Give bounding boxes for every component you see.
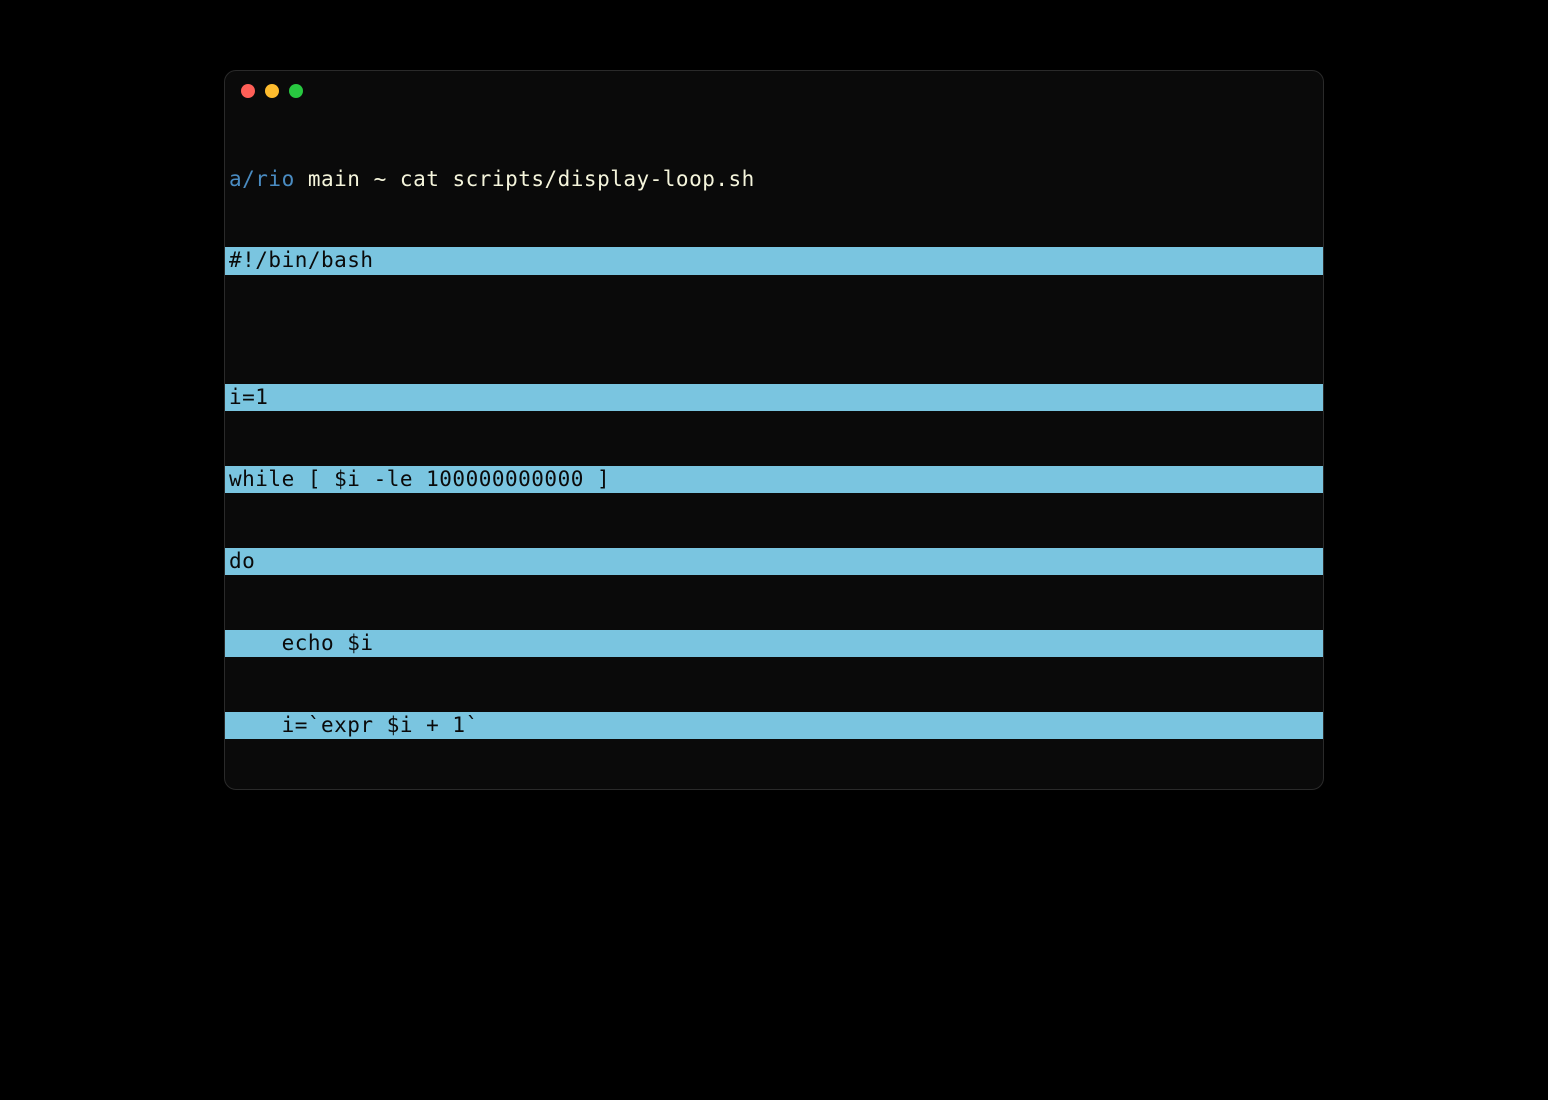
prompt-path: a/rio [229,167,295,191]
selection-line[interactable]: while [ $i -le 100000000000 ] [225,466,1323,493]
prompt-branch: main [308,167,361,191]
selection-line[interactable]: i=1 [225,384,1323,411]
prompt-command: cat scripts/display-loop.sh [400,167,755,191]
maximize-icon[interactable] [289,84,303,98]
prompt-sep: ~ [374,167,387,191]
terminal-window[interactable]: a/rio main ~ cat scripts/display-loop.sh… [224,70,1324,790]
prompt-line-1: a/rio main ~ cat scripts/display-loop.sh [225,166,1323,193]
selection-line[interactable]: do [225,548,1323,575]
window-titlebar [225,71,1323,111]
minimize-icon[interactable] [265,84,279,98]
terminal-content[interactable]: a/rio main ~ cat scripts/display-loop.sh… [225,111,1323,790]
selection-line[interactable]: echo $i [225,630,1323,657]
close-icon[interactable] [241,84,255,98]
selection-line[interactable]: #!/bin/bash [225,247,1323,274]
selection-line[interactable]: i=`expr $i + 1` [225,712,1323,739]
